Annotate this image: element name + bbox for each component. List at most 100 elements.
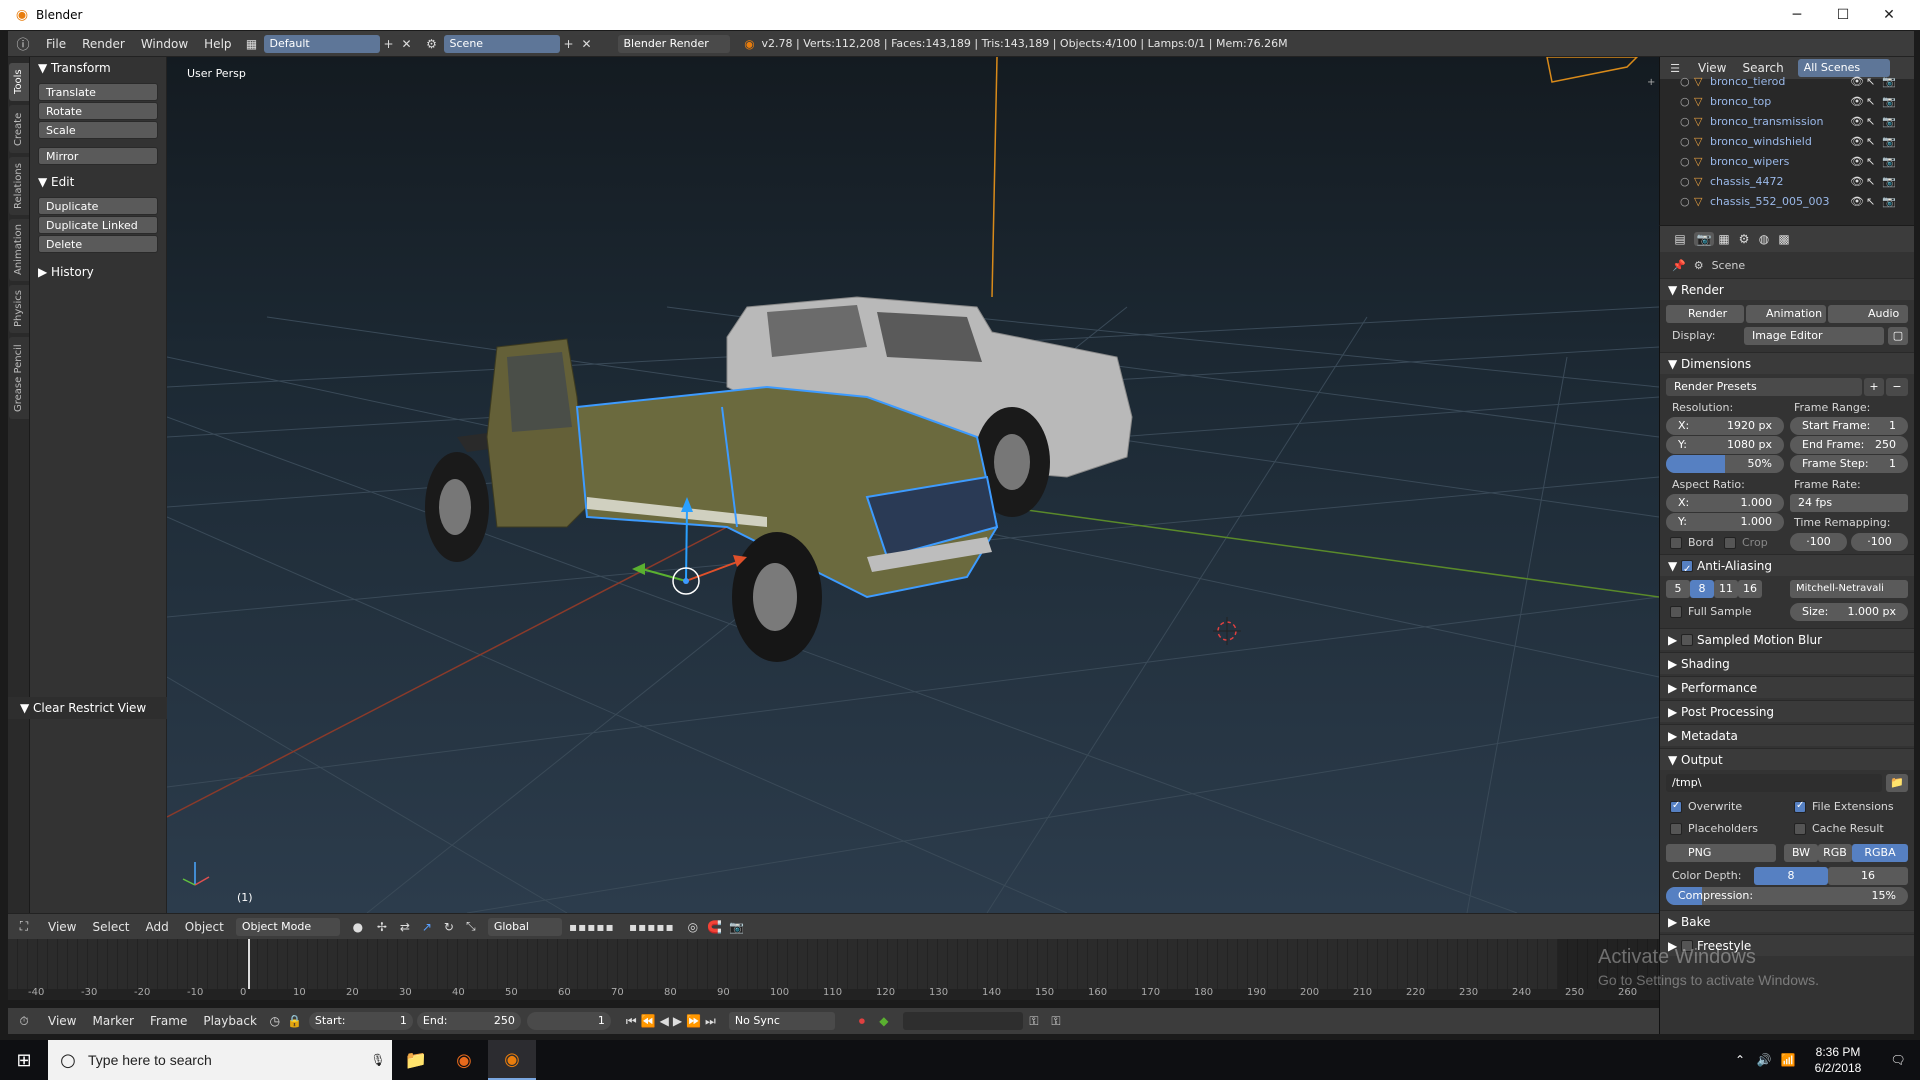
manipulator-toggle-icon[interactable]: ⇄ <box>394 920 416 934</box>
tab-tools[interactable]: Tools <box>9 63 29 101</box>
object-name[interactable]: bronco_tierod <box>1710 75 1850 88</box>
orientation-select[interactable]: Global <box>487 917 562 936</box>
visibility-eye-icon[interactable]: 👁 <box>1850 135 1866 148</box>
menu-window[interactable]: Window <box>133 37 196 51</box>
expand-icon[interactable]: ○ <box>1680 175 1694 188</box>
fps-select[interactable]: 24 fps <box>1790 494 1908 512</box>
render-preview-icon[interactable]: 📷 <box>726 920 748 934</box>
menu-add[interactable]: Add <box>138 920 177 934</box>
microphone-icon[interactable]: 🎙 <box>364 1053 392 1067</box>
object-name[interactable]: bronco_windshield <box>1710 135 1850 148</box>
world-context-icon[interactable]: ◍ <box>1754 232 1774 246</box>
selectability-arrow-icon[interactable]: ↖ <box>1866 75 1882 88</box>
tab-grease-pencil[interactable]: Grease Pencil <box>9 337 29 419</box>
color-rgb-button[interactable]: RGB <box>1818 844 1852 862</box>
post-processing-section-header[interactable]: ▶ Post Processing <box>1660 700 1914 722</box>
selectability-arrow-icon[interactable]: ↖ <box>1866 175 1882 188</box>
scene-field[interactable]: Scene <box>443 34 560 53</box>
playhead[interactable] <box>248 939 250 989</box>
aa-sample-5[interactable]: 5 <box>1666 580 1690 598</box>
aspect-x-field[interactable]: X: 1.000 <box>1666 494 1784 512</box>
color-rgba-button[interactable]: RGBA <box>1852 844 1908 862</box>
mode-select[interactable]: Object Mode <box>235 917 340 936</box>
menu-marker[interactable]: Marker <box>84 1014 141 1028</box>
proportional-edit-icon[interactable]: ◎ <box>682 920 704 934</box>
full-sample-checkbox[interactable] <box>1670 606 1682 618</box>
tray-chevron-icon[interactable]: ⌃ <box>1728 1053 1752 1067</box>
start-frame-field[interactable]: Start Frame: 1 <box>1790 417 1908 435</box>
display-window-icon[interactable]: ▢ <box>1888 327 1908 345</box>
outliner-tab-search[interactable]: Search <box>1734 61 1791 75</box>
dimensions-section-header[interactable]: ▼ Dimensions <box>1660 352 1914 374</box>
3d-cursor[interactable] <box>1213 617 1241 645</box>
outliner-row[interactable]: ○ ▽ bronco_transmission 👁 ↖ 📷 <box>1680 111 1914 131</box>
output-section-header[interactable]: ▼ Output <box>1660 748 1914 770</box>
visibility-eye-icon[interactable]: 👁 <box>1850 195 1866 208</box>
res-percentage-slider[interactable]: 50% <box>1666 455 1784 473</box>
keying-set-field[interactable] <box>902 1012 1023 1030</box>
screen-layout-icon[interactable]: ▦ <box>240 37 264 51</box>
renderability-camera-icon[interactable]: 📷 <box>1882 195 1898 208</box>
start-frame-field[interactable]: Start: 1 <box>308 1012 413 1030</box>
motion-blur-section-header[interactable]: ▶ Sampled Motion Blur <box>1660 628 1914 650</box>
shading-solid-icon[interactable]: ● <box>346 920 370 934</box>
add-preset-icon[interactable]: + <box>1864 378 1884 396</box>
menu-frame[interactable]: Frame <box>142 1014 195 1028</box>
overwrite-checkbox[interactable] <box>1670 800 1682 813</box>
windows-start-icon[interactable]: ⊞ <box>0 1050 48 1071</box>
outliner-row[interactable]: ○ ▽ bronco_tierod 👁 ↖ 📷 <box>1680 71 1914 91</box>
timeline[interactable]: -40 -30 -20 -10 0 10 20 30 40 50 60 70 80 90 100 110 120… <box>8 939 1659 1000</box>
preview-range-icon[interactable]: ◷ <box>265 1014 285 1028</box>
blender-taskbar-icon[interactable]: ◉ <box>488 1040 536 1080</box>
depth-8-button[interactable]: 8 <box>1754 867 1828 885</box>
menu-object[interactable]: Object <box>177 920 232 934</box>
editor-type-properties-icon[interactable]: ▤ <box>1666 232 1694 246</box>
tab-physics[interactable]: Physics <box>9 285 29 333</box>
rotate-manipulator-icon[interactable]: ↻ <box>438 920 460 934</box>
add-layout-icon[interactable]: + <box>380 37 398 51</box>
selectability-arrow-icon[interactable]: ↖ <box>1866 195 1882 208</box>
expand-icon[interactable]: ○ <box>1680 135 1694 148</box>
rotate-button[interactable]: Rotate <box>38 102 158 120</box>
audio-button[interactable]: Audio <box>1828 305 1908 323</box>
expand-icon[interactable]: ○ <box>1680 95 1694 108</box>
renderability-camera-icon[interactable]: 📷 <box>1882 135 1898 148</box>
end-frame-field[interactable]: End: 250 <box>416 1012 521 1030</box>
outliner-row[interactable]: ○ ▽ bronco_windshield 👁 ↖ 📷 <box>1680 131 1914 151</box>
duplicate-linked-button[interactable]: Duplicate Linked <box>38 216 158 234</box>
layout-field[interactable]: Default <box>263 34 380 53</box>
layers-context-icon[interactable]: ▦ <box>1714 232 1734 246</box>
expand-icon[interactable]: ○ <box>1680 75 1694 88</box>
render-presets-select[interactable]: Render Presets <box>1666 378 1862 396</box>
menu-render[interactable]: Render <box>74 37 133 51</box>
folder-icon[interactable]: 📁 <box>1886 774 1908 792</box>
render-button[interactable]: Render <box>1666 305 1744 323</box>
menu-file[interactable]: File <box>38 37 74 51</box>
render-context-icon[interactable]: 📷 <box>1694 232 1714 246</box>
res-y-field[interactable]: Y: 1080 px <box>1666 436 1784 454</box>
cache-result-checkbox[interactable] <box>1794 823 1806 835</box>
aspect-y-field[interactable]: Y: 1.000 <box>1666 513 1784 531</box>
remap-old-field[interactable]: ·100 <box>1790 533 1847 551</box>
edit-panel-header[interactable]: ▼ Edit <box>30 171 166 193</box>
clear-restrict-panel-header[interactable]: ▼ Clear Restrict View <box>8 697 167 719</box>
renderability-camera-icon[interactable]: 📷 <box>1882 155 1898 168</box>
delete-button[interactable]: Delete <box>38 235 158 253</box>
action-center-icon[interactable]: 🗨 <box>1876 1053 1920 1067</box>
crop-checkbox[interactable] <box>1724 537 1736 549</box>
delete-keyframe-icon[interactable]: ⚿ <box>1045 1014 1067 1029</box>
visibility-eye-icon[interactable]: 👁 <box>1850 75 1866 88</box>
menu-playback[interactable]: Playback <box>195 1014 265 1028</box>
editor-type-info-icon[interactable]: ⓘ <box>8 34 38 53</box>
mirror-button[interactable]: Mirror <box>38 147 158 165</box>
object-name[interactable]: chassis_4472 <box>1710 175 1850 188</box>
translate-button[interactable]: Translate <box>38 83 158 101</box>
renderability-camera-icon[interactable]: 📷 <box>1882 175 1898 188</box>
minimize-button[interactable]: ─ <box>1774 0 1820 30</box>
tab-animation[interactable]: Animation <box>9 219 29 281</box>
3d-viewport[interactable]: User Persp (1) + <box>167 57 1659 913</box>
add-scene-icon[interactable]: + <box>560 37 578 51</box>
remove-layout-icon[interactable]: ✕ <box>398 37 416 51</box>
object-context-icon[interactable]: ▩ <box>1774 232 1794 246</box>
editor-type-3d-icon[interactable]: ⛶ <box>8 919 40 934</box>
